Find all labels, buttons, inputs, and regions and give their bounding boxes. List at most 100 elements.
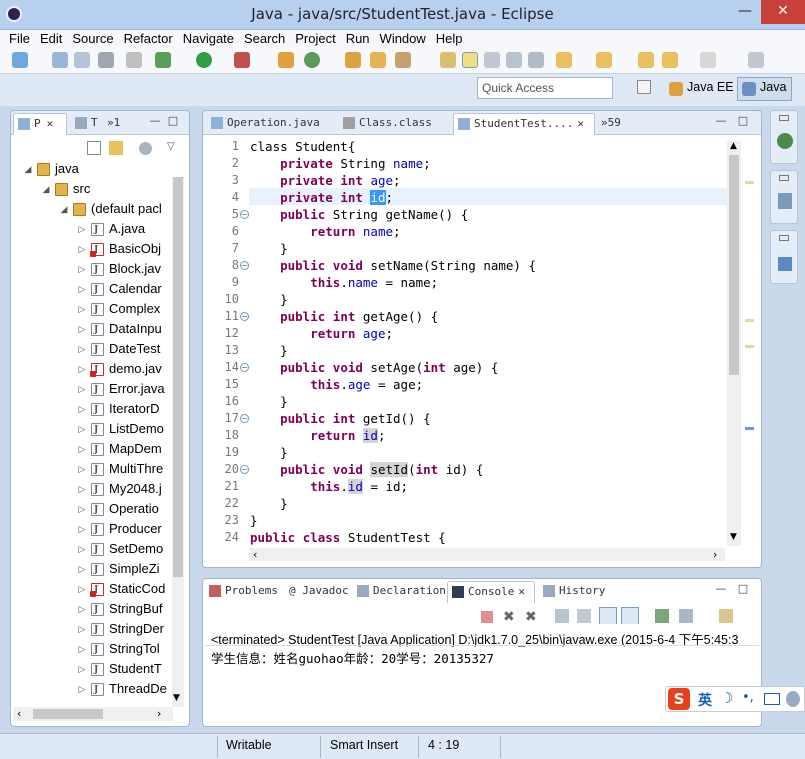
tree-file[interactable]: ▷ J DataInpu <box>11 319 171 339</box>
menu-source[interactable]: Source <box>67 30 118 48</box>
menu-run[interactable]: Run <box>341 30 375 48</box>
minimize-icon[interactable]: — <box>715 115 727 127</box>
tree-file[interactable]: ▷ J BasicObj <box>11 239 171 259</box>
toggle-mark-occurrences-icon[interactable] <box>440 52 456 68</box>
collapsed-arrow-icon[interactable]: ▷ <box>77 479 87 499</box>
collapsed-arrow-icon[interactable]: ▷ <box>77 679 87 699</box>
code-line[interactable]: } <box>250 512 258 529</box>
fold-toggle-icon[interactable]: − <box>240 210 249 219</box>
open-task-icon[interactable] <box>370 52 386 68</box>
tree-file[interactable]: ▷ J ThreadDe <box>11 679 171 699</box>
code-line[interactable]: private String name; <box>250 155 431 172</box>
next-annotation-icon[interactable] <box>556 52 572 68</box>
remove-all-terminated-icon[interactable]: ✖ <box>525 609 537 625</box>
tree-file[interactable]: ▷ J Error.java <box>11 379 171 399</box>
skip-breakpoints-icon[interactable] <box>126 52 142 68</box>
code-line[interactable]: public int getId() { <box>250 410 431 427</box>
collapsed-arrow-icon[interactable]: ▷ <box>77 399 87 419</box>
tree-file[interactable]: ▷ J Producer <box>11 519 171 539</box>
tree-file[interactable]: ▷ J StringDer <box>11 619 171 639</box>
focus-icon[interactable] <box>139 142 152 155</box>
ime-user-icon[interactable] <box>786 691 800 707</box>
collapse-all-icon[interactable] <box>87 141 101 155</box>
menu-file[interactable]: File <box>4 30 35 48</box>
sogou-logo-icon[interactable]: S <box>668 688 690 710</box>
debug-icon[interactable] <box>155 52 171 68</box>
new-java-project-icon[interactable] <box>278 52 294 68</box>
pin-editor-icon[interactable] <box>748 52 764 68</box>
code-line[interactable]: } <box>250 240 288 257</box>
collapsed-arrow-icon[interactable]: ▷ <box>77 339 87 359</box>
collapsed-arrow-icon[interactable]: ▷ <box>77 279 87 299</box>
overview-ruler-marker[interactable] <box>745 181 754 184</box>
scroll-right-icon[interactable]: › <box>157 707 161 720</box>
tab-type-hierarchy[interactable]: T <box>71 113 102 135</box>
collapsed-arrow-icon[interactable]: ▷ <box>77 559 87 579</box>
restore-icon[interactable] <box>779 115 789 121</box>
outline-icon[interactable] <box>777 133 793 149</box>
tab-declaration[interactable]: Declaration <box>353 581 450 603</box>
scroll-left-icon[interactable]: ‹ <box>253 548 257 561</box>
pin-console-icon[interactable] <box>655 609 669 623</box>
show-on-stderr-icon[interactable] <box>621 607 639 625</box>
fold-toggle-icon[interactable]: − <box>240 312 249 321</box>
new-class-icon[interactable] <box>304 52 320 68</box>
collapsed-arrow-icon[interactable]: ▷ <box>77 259 87 279</box>
close-icon[interactable]: ✕ <box>47 117 54 130</box>
tree-default-package[interactable]: ◢ (default pacl <box>11 199 171 219</box>
tree-file[interactable]: ▷ J DateTest <box>11 339 171 359</box>
tree-file[interactable]: ▷ J IteratorD <box>11 399 171 419</box>
ime-language-toggle[interactable]: 英 <box>698 690 712 710</box>
close-window-button[interactable]: ✕ <box>761 0 805 24</box>
fold-toggle-icon[interactable]: − <box>240 363 249 372</box>
tree-project-java[interactable]: ◢ java <box>11 159 171 179</box>
fold-toggle-icon[interactable]: − <box>240 465 249 474</box>
menu-project[interactable]: Project <box>290 30 340 48</box>
code-line[interactable]: private int age; <box>250 172 400 189</box>
code-line[interactable]: class Student{ <box>250 138 355 155</box>
collapsed-arrow-icon[interactable]: ▷ <box>77 379 87 399</box>
tab-javadoc[interactable]: @ Javadoc <box>285 581 353 603</box>
hierarchy-icon[interactable] <box>778 257 792 271</box>
code-line[interactable]: public void setId(int id) { <box>250 461 483 478</box>
menu-help[interactable]: Help <box>431 30 468 48</box>
scroll-right-icon[interactable]: › <box>713 548 717 561</box>
tab-operation-java[interactable]: Operation.java <box>207 113 324 135</box>
quick-access-input[interactable]: Quick Access <box>477 77 613 99</box>
collapsed-arrow-icon[interactable]: ▷ <box>77 539 87 559</box>
code-line[interactable]: public String getName() { <box>250 206 468 223</box>
menu-navigate[interactable]: Navigate <box>178 30 239 48</box>
code-line[interactable]: public class StudentTest { <box>250 529 446 546</box>
tree-file[interactable]: ▷ J Calendar <box>11 279 171 299</box>
forward-icon[interactable] <box>700 52 716 68</box>
link-with-editor-icon[interactable] <box>109 141 123 155</box>
tab-package-explorer[interactable]: P ✕ <box>13 113 67 135</box>
editor-vertical-scroll-thumb[interactable] <box>729 155 739 375</box>
overview-ruler-marker[interactable] <box>745 319 754 322</box>
tab-class-class[interactable]: Class.class <box>339 113 436 135</box>
tab-studenttest-java[interactable]: StudentTest.... ✕ <box>453 113 595 135</box>
ime-punctuation-icon[interactable]: •, <box>742 690 754 705</box>
explorer-vertical-scroll-thumb[interactable] <box>173 177 183 577</box>
tree-file[interactable]: ▷ J MapDem <box>11 439 171 459</box>
ime-keyboard-icon[interactable] <box>764 693 780 705</box>
tab-overflow[interactable]: »1 <box>101 113 124 135</box>
code-line[interactable]: this.name = name; <box>250 274 438 291</box>
code-line[interactable]: private int id; <box>250 189 393 206</box>
tab-overflow[interactable]: »59 <box>597 113 625 135</box>
collapsed-arrow-icon[interactable]: ▷ <box>77 239 87 259</box>
fold-toggle-icon[interactable]: − <box>240 414 249 423</box>
fold-toggle-icon[interactable]: − <box>240 261 249 270</box>
collapsed-arrow-icon[interactable]: ▷ <box>77 639 87 659</box>
scroll-down-icon[interactable]: ▼ <box>173 693 180 703</box>
expanded-arrow-icon[interactable]: ◢ <box>41 179 51 199</box>
tree-file[interactable]: ▷ J Block.jav <box>11 259 171 279</box>
tab-history[interactable]: History <box>539 581 609 603</box>
code-line[interactable]: this.id = id; <box>250 478 408 495</box>
collapsed-arrow-icon[interactable]: ▷ <box>77 299 87 319</box>
expanded-arrow-icon[interactable]: ◢ <box>59 199 69 219</box>
overview-ruler-marker[interactable] <box>745 345 754 348</box>
restore-icon[interactable] <box>779 235 789 241</box>
minimize-button[interactable]: — <box>730 0 760 24</box>
last-edit-location-icon[interactable] <box>638 52 654 68</box>
